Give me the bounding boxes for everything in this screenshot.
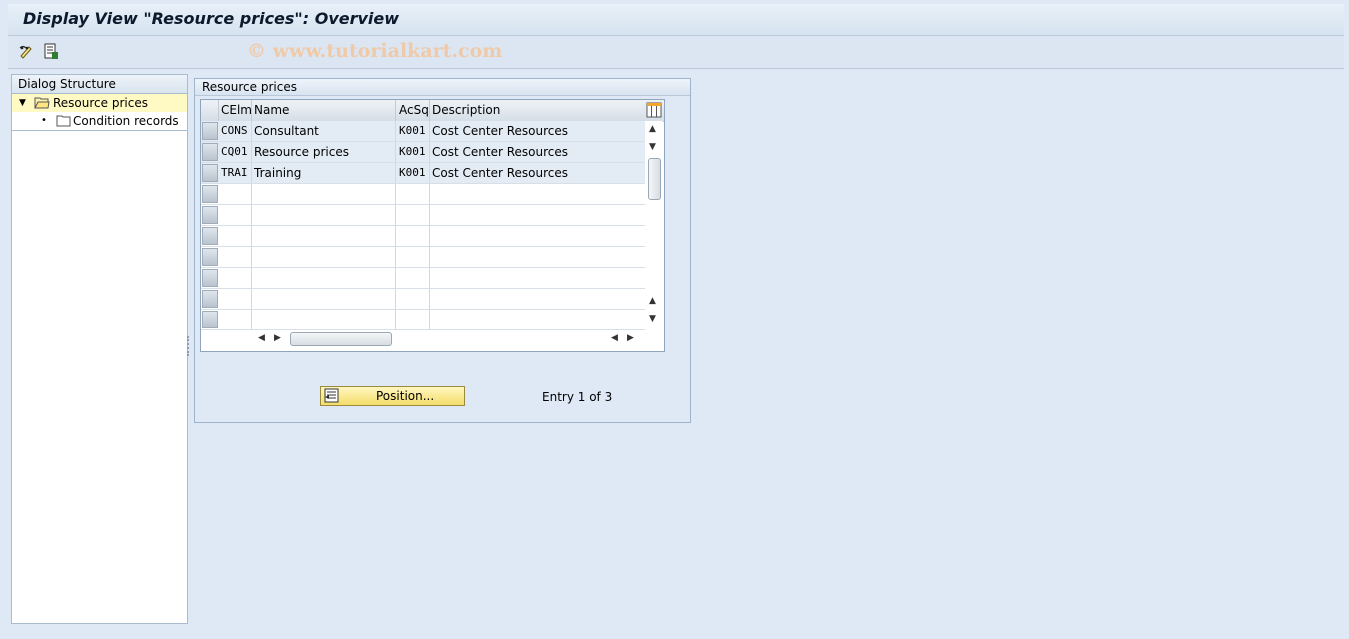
horizontal-scrollbar[interactable]: ◀ ▶ ◀ ▶	[253, 330, 645, 348]
cell-acsq: K001	[397, 121, 430, 141]
table-header: CElm Name AcSq Description	[201, 100, 664, 122]
scroll-thumb[interactable]	[648, 158, 661, 200]
empty-table-row[interactable]	[201, 184, 645, 205]
tree-item-resource-prices[interactable]: ▼ Resource prices	[12, 94, 187, 112]
tree-divider	[12, 130, 187, 131]
cell-name: Training	[252, 163, 396, 183]
resource-prices-group: Resource prices CElm Name AcSq Descripti…	[194, 78, 691, 423]
empty-cell	[397, 247, 430, 267]
table-row[interactable]: CONS Consultant K001 Cost Center Resourc…	[201, 121, 645, 142]
cell-description: Cost Center Resources	[432, 145, 568, 159]
scroll-last-icon[interactable]: ▶	[627, 333, 634, 343]
page-title: Display View "Resource prices": Overview	[23, 9, 400, 28]
empty-cell	[252, 247, 396, 267]
cell-acsq: K001	[397, 163, 430, 183]
empty-cell	[397, 226, 430, 246]
empty-cell	[397, 310, 430, 330]
display-change-icon[interactable]	[18, 43, 36, 60]
scroll-first-icon[interactable]: ◀	[611, 333, 618, 343]
empty-cell	[219, 310, 252, 330]
row-selector[interactable]	[202, 227, 218, 245]
column-header-acsq[interactable]: AcSq	[397, 100, 430, 121]
row-selector[interactable]	[202, 206, 218, 224]
tree-item-label: Resource prices	[53, 96, 148, 110]
position-icon	[324, 388, 340, 407]
page-down-icon[interactable]: ▼	[649, 314, 656, 324]
row-selector[interactable]	[202, 269, 218, 287]
dialog-structure-panel: Dialog Structure ▼ Resource prices • Con…	[11, 74, 188, 624]
dialog-structure-header: Dialog Structure	[12, 75, 187, 94]
cell-acsq: K001	[397, 142, 430, 162]
column-header-description[interactable]: Description	[430, 100, 645, 121]
cell-description: Cost Center Resources	[432, 166, 568, 180]
cell-celm: TRAI	[219, 163, 252, 183]
position-button-label: Position...	[376, 389, 435, 403]
cell-name: Resource prices	[252, 142, 396, 162]
empty-cell	[397, 205, 430, 225]
application-toolbar: © www.tutorialkart.com	[8, 36, 1344, 69]
empty-cell	[252, 205, 396, 225]
empty-cell	[397, 289, 430, 309]
row-selector[interactable]	[202, 143, 218, 161]
empty-table-row[interactable]	[201, 226, 645, 247]
status-bar	[0, 626, 1349, 639]
empty-cell	[219, 268, 252, 288]
empty-cell	[397, 268, 430, 288]
position-button[interactable]: Position...	[320, 386, 465, 406]
empty-cell	[252, 289, 396, 309]
scroll-left-icon[interactable]: ◀	[258, 333, 265, 343]
empty-cell	[397, 184, 430, 204]
cell-name: Consultant	[252, 121, 396, 141]
splitter-handle[interactable]	[187, 336, 191, 356]
empty-cell	[219, 226, 252, 246]
row-selector[interactable]	[202, 311, 218, 328]
empty-cell	[219, 205, 252, 225]
empty-cell	[252, 226, 396, 246]
empty-cell	[219, 289, 252, 309]
entry-info: Entry 1 of 3	[542, 390, 613, 404]
details-icon[interactable]	[42, 43, 60, 60]
empty-cell	[252, 268, 396, 288]
select-all-cell[interactable]	[201, 100, 219, 121]
row-selector[interactable]	[202, 185, 218, 203]
empty-table-row[interactable]	[201, 310, 645, 330]
cell-celm: CQ01	[219, 142, 252, 162]
table-row[interactable]: TRAI Training K001 Cost Center Resources	[201, 163, 645, 184]
column-settings-icon[interactable]	[646, 102, 662, 121]
empty-cell	[252, 184, 396, 204]
column-header-name[interactable]: Name	[252, 100, 396, 121]
scroll-right-icon[interactable]: ▶	[274, 333, 281, 343]
empty-cell	[219, 184, 252, 204]
cell-celm: CONS	[219, 121, 252, 141]
page-up-icon[interactable]: ▲	[649, 296, 656, 306]
resource-prices-table: CElm Name AcSq Description CONS Consulta…	[200, 99, 665, 352]
scroll-down-icon[interactable]: ▼	[649, 142, 656, 152]
empty-table-row[interactable]	[201, 289, 645, 310]
empty-table-row[interactable]	[201, 205, 645, 226]
empty-cell	[252, 310, 396, 330]
column-header-celm[interactable]: CElm	[219, 100, 252, 121]
row-selector[interactable]	[202, 122, 218, 140]
group-title: Resource prices	[195, 79, 690, 96]
vertical-scrollbar[interactable]: ▲ ▼ ▲ ▼	[645, 121, 663, 351]
expand-triangle-icon[interactable]: ▼	[19, 94, 26, 112]
watermark: © www.tutorialkart.com	[247, 40, 503, 62]
row-selector[interactable]	[202, 164, 218, 182]
row-selector[interactable]	[202, 248, 218, 266]
empty-table-row[interactable]	[201, 247, 645, 268]
cell-description: Cost Center Resources	[432, 124, 568, 138]
tree-item-label: Condition records	[73, 114, 179, 128]
empty-table-row[interactable]	[201, 268, 645, 289]
row-selector[interactable]	[202, 290, 218, 308]
tree-item-condition-records[interactable]: • Condition records	[12, 112, 187, 130]
scroll-up-icon[interactable]: ▲	[649, 124, 656, 134]
hscroll-thumb[interactable]	[290, 332, 392, 346]
empty-cell	[219, 247, 252, 267]
bullet-icon: •	[41, 115, 47, 126]
table-row[interactable]: CQ01 Resource prices K001 Cost Center Re…	[201, 142, 645, 163]
title-bar: Display View "Resource prices": Overview	[8, 4, 1344, 36]
